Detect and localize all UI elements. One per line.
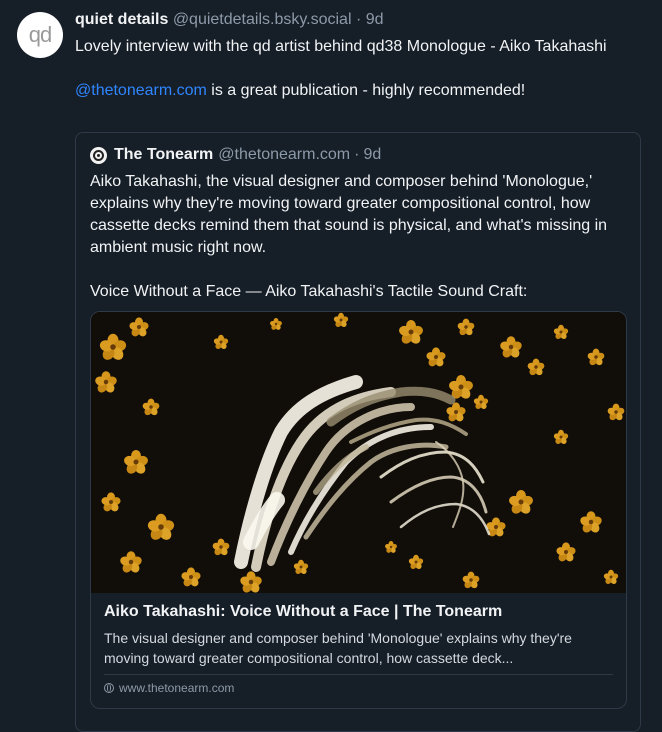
quoted-post-time[interactable]: 9d bbox=[363, 146, 381, 164]
post-text: Lovely interview with the qd artist behi… bbox=[75, 36, 635, 102]
link-card-thumbnail[interactable] bbox=[91, 312, 626, 593]
post-header: quiet details @quietdetails.bsky.social … bbox=[75, 11, 384, 29]
link-card-domain: www.thetonearm.com bbox=[104, 681, 234, 695]
author-avatar[interactable]: qd bbox=[17, 12, 63, 58]
globe-icon bbox=[104, 683, 114, 693]
author-name[interactable]: quiet details bbox=[75, 11, 168, 28]
divider bbox=[104, 674, 613, 675]
quoted-author-handle[interactable]: @thetonearm.com bbox=[218, 146, 350, 164]
quoted-post[interactable]: The Tonearm @thetonearm.com · 9d Aiko Ta… bbox=[75, 132, 641, 732]
post-text-line: Lovely interview with the qd artist behi… bbox=[75, 38, 607, 55]
tonearm-logo-icon[interactable] bbox=[90, 146, 107, 164]
post-time[interactable]: 9d bbox=[366, 11, 384, 28]
post-text-rest: is a great publication - highly recommen… bbox=[206, 82, 526, 99]
mention-link[interactable]: @thetonearm.com bbox=[75, 82, 207, 99]
quoted-paragraph: Voice Without a Face — Aiko Takahashi's … bbox=[90, 283, 528, 300]
quoted-paragraph: Aiko Takahashi, the visual designer and … bbox=[90, 173, 608, 256]
separator-dot: · bbox=[354, 146, 360, 163]
separator-dot: · bbox=[355, 11, 362, 28]
thumbnail-artwork bbox=[91, 312, 626, 593]
author-handle[interactable]: @quietdetails.bsky.social bbox=[173, 11, 352, 28]
link-card[interactable]: Aiko Takahashi: Voice Without a Face | T… bbox=[90, 311, 627, 709]
post-text-line: @thetonearm.com is a great publication -… bbox=[75, 80, 635, 102]
quoted-post-text: Aiko Takahashi, the visual designer and … bbox=[90, 171, 630, 303]
post[interactable]: qd quiet details @quietdetails.bsky.soci… bbox=[0, 0, 662, 732]
link-card-title[interactable]: Aiko Takahashi: Voice Without a Face | T… bbox=[104, 603, 502, 621]
quoted-post-header: The Tonearm @thetonearm.com · 9d bbox=[90, 146, 381, 164]
quoted-author-name[interactable]: The Tonearm bbox=[114, 146, 213, 164]
link-card-domain-text: www.thetonearm.com bbox=[119, 681, 235, 695]
link-card-description: The visual designer and composer behind … bbox=[104, 630, 572, 666]
avatar-text: qd bbox=[28, 22, 53, 47]
